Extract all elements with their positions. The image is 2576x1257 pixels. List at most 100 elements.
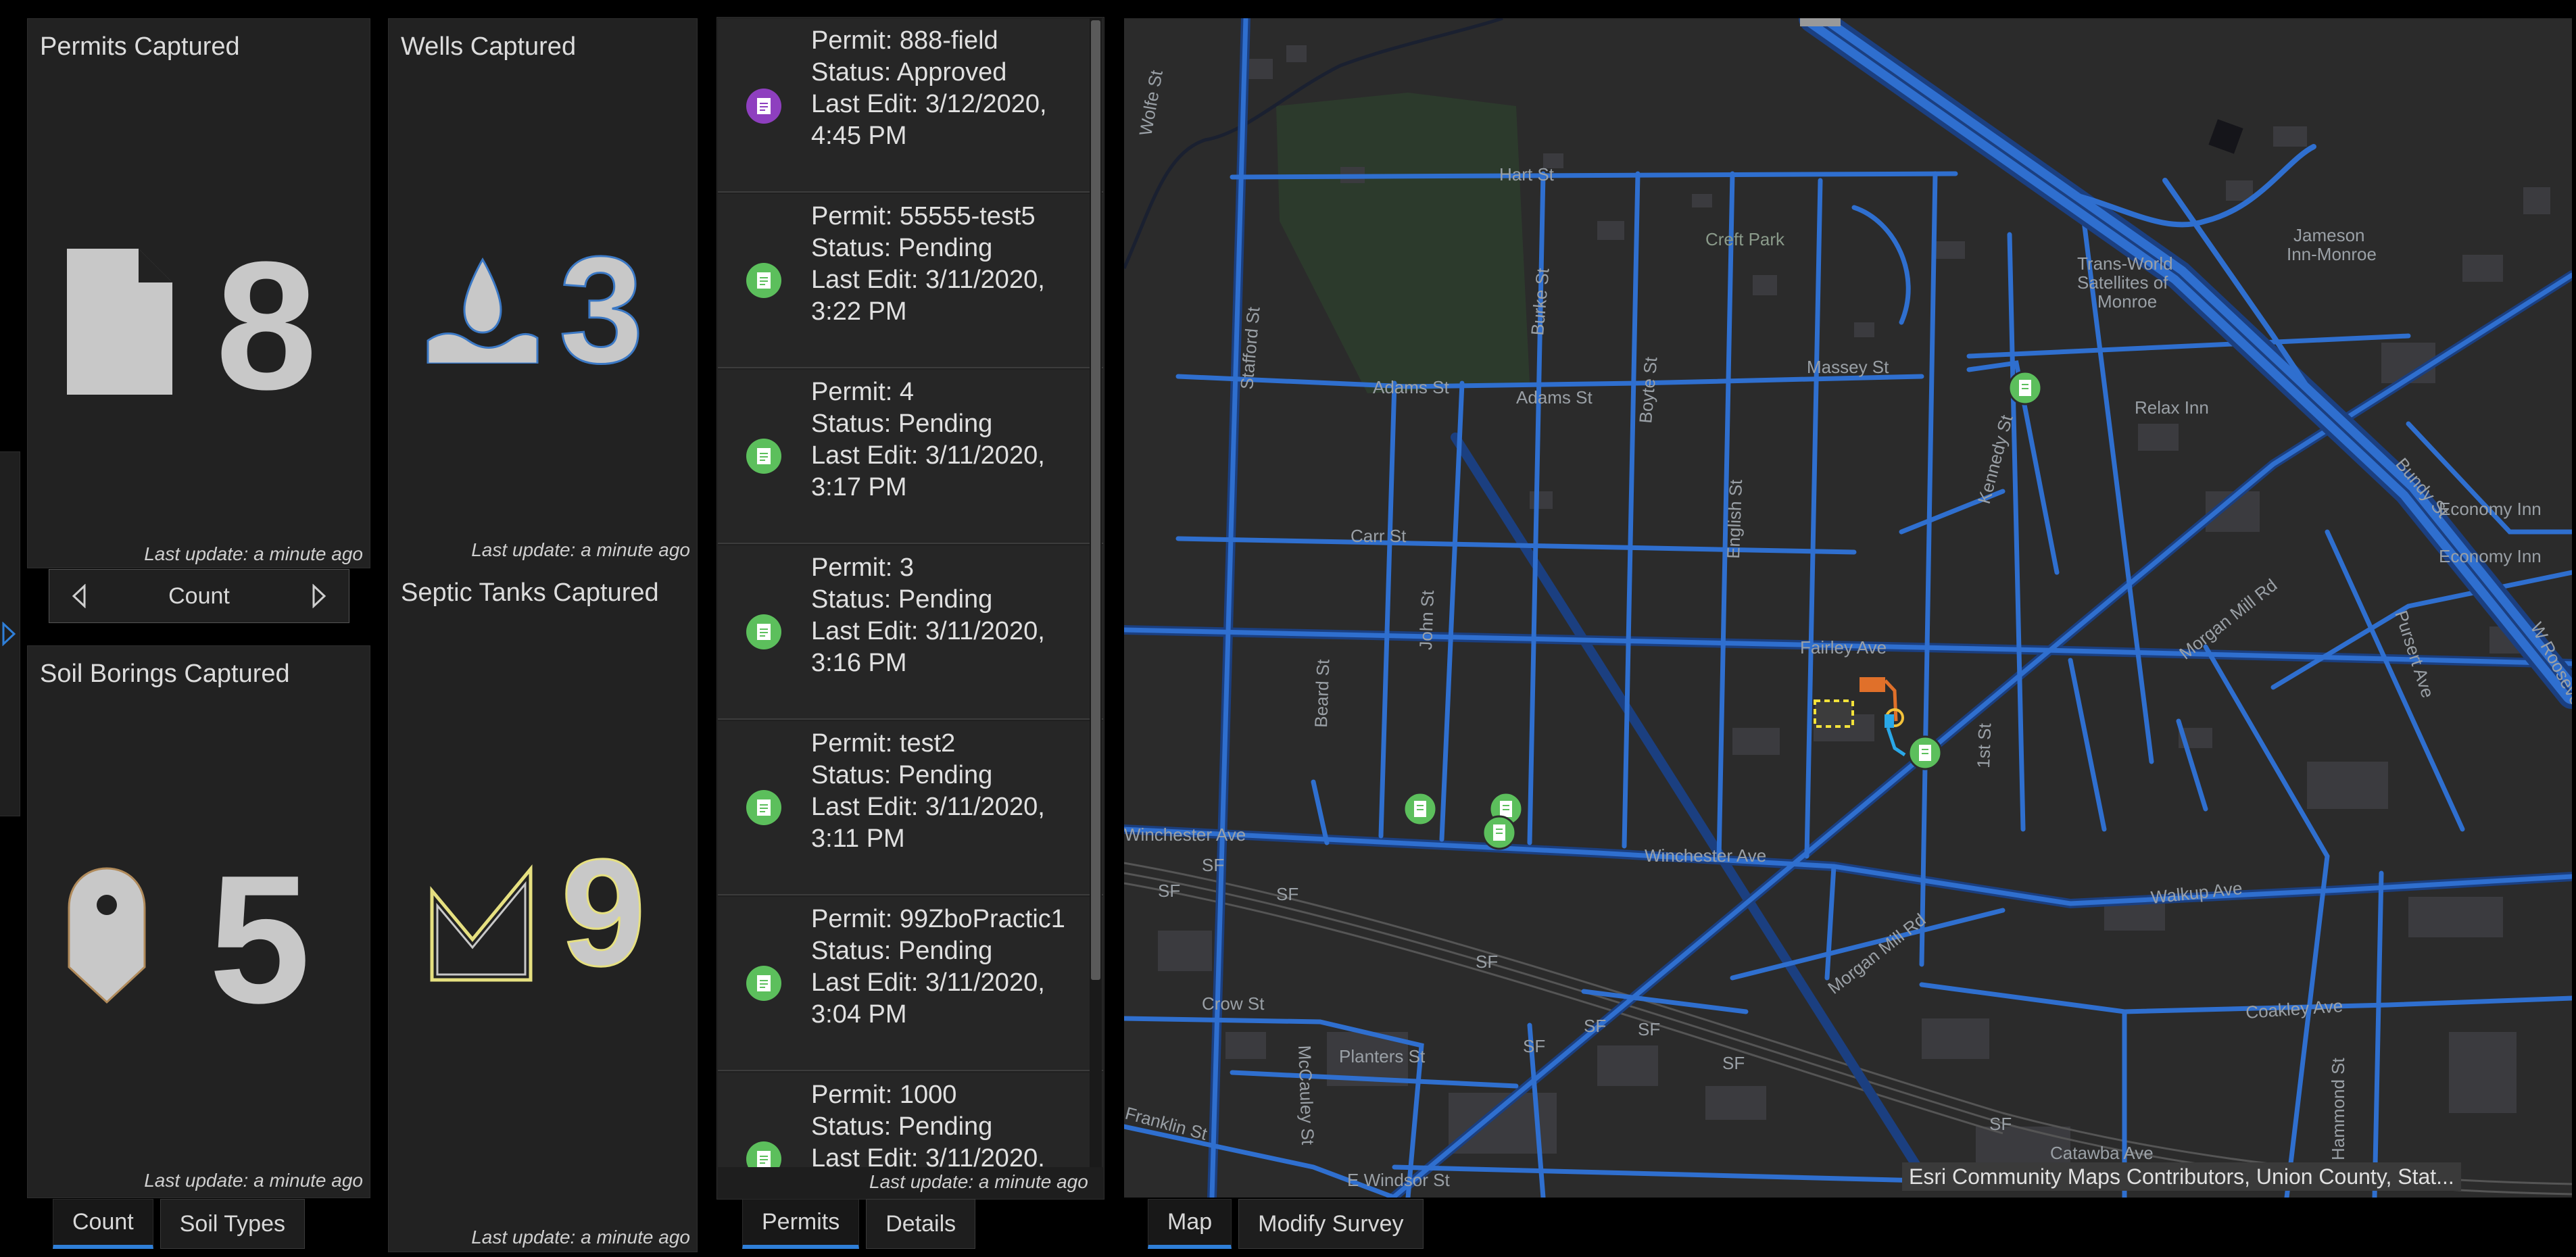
permit-status-line: Status: Pending [811,234,993,262]
svg-text:Trans-World: Trans-World [2077,253,2173,274]
map-pin-icon [68,867,146,1004]
last-update-text: Last update: a minute ago [144,543,363,564]
last-update-text: Last update: a minute ago [144,1170,363,1191]
chevron-left-icon [72,584,86,608]
tab-details[interactable]: Details [866,1199,976,1249]
clipboard-icon [746,263,781,298]
dashboard-tabs: Count Soil Types [53,1199,305,1249]
clipboard-icon [746,614,781,649]
svg-text:E Windsor St: E Windsor St [1347,1170,1450,1190]
svg-text:Hart St: Hart St [1499,164,1555,184]
svg-text:Adams St: Adams St [1373,377,1449,397]
permit-list-item[interactable]: Permit: test2 Status: Pending Last Edit: 3… [718,721,1103,895]
permit-status-line: Status: Pending [811,410,993,438]
scroll-thumb[interactable] [1091,20,1100,980]
list-last-update: Last update: a minute ago [865,1171,1092,1193]
permit-list-text: Permit: test2 Status: Pending Last Edit: 3… [811,728,1045,855]
map-view[interactable]: Creft Park Hart St Adams St Adams St Mas… [1124,18,2572,1198]
permit-list-item[interactable]: Permit: 3 Status: Pending Last Edit: 3/11/… [718,545,1103,720]
septic-tank-icon [430,864,533,982]
svg-text:SF: SF [1202,855,1224,875]
previous-button[interactable] [66,579,93,613]
map-canvas[interactable]: Creft Park Hart St Adams St Adams St Mas… [1124,18,2572,1198]
svg-text:Relax Inn: Relax Inn [2135,397,2209,418]
permit-list: Permit: 888-field Status: Approved Last Ed… [718,18,1103,1167]
svg-text:SF: SF [1158,881,1180,901]
navigator-label: Count [168,583,230,609]
permit-edit2-line: 4:45 PM [811,122,907,150]
svg-text:SF: SF [1722,1053,1745,1073]
septic-count: 9 [560,827,646,997]
clipboard-icon [746,1141,781,1167]
svg-text:1st St: 1st St [1973,722,1995,768]
selected-parcel [1814,699,1854,728]
svg-text:SF: SF [1476,952,1498,972]
permit-list-text: Permit: 1000 Status: Pending Last Edit: 3/… [811,1079,1045,1167]
svg-text:English St: English St [1723,478,1746,559]
permit-permit-line: Permit: 1000 [811,1081,957,1109]
wells-title: Wells Captured [401,32,577,61]
panel-title: Permits Captured [40,32,240,61]
expand-arrow-icon[interactable] [1,622,16,646]
permit-list-text: Permit: 4 Status: Pending Last Edit: 3/11/… [811,376,1045,503]
soil-borings-panel: Soil Borings Captured 5 Last update: a m… [27,645,370,1198]
next-button[interactable] [306,579,333,613]
svg-text:SF: SF [1276,884,1298,904]
permit-edit2-line: 3:11 PM [811,824,905,853]
tab-count[interactable]: Count [53,1199,153,1249]
park-label: Creft Park [1705,229,1785,249]
svg-text:John St: John St [1415,589,1438,650]
permit-permit-line: Permit: test2 [811,729,956,758]
permit-permit-line: Permit: 99ZboPractic1 [811,905,1065,933]
permit-permit-line: Permit: 888-field [811,26,998,55]
permits-captured-panel: Permits Captured 8 Last update: a minute… [27,18,370,568]
svg-text:Fairley Ave: Fairley Ave [1800,637,1887,658]
water-drop-icon [427,257,539,364]
permit-permit-line: Permit: 55555-test5 [811,202,1036,230]
svg-text:Economy Inn: Economy Inn [2439,546,2542,566]
permit-edit1-line: Last Edit: 3/11/2020, [811,968,1045,997]
svg-text:Winchester Ave: Winchester Ave [1124,824,1246,845]
permit-list-text: Permit: 3 Status: Pending Last Edit: 3/11/… [811,552,1045,679]
svg-text:Inn-Monroe: Inn-Monroe [2287,244,2377,264]
svg-text:Carr St: Carr St [1351,526,1407,546]
document-icon [746,89,781,124]
svg-text:SF: SF [1989,1114,2012,1134]
svg-text:Jameson: Jameson [2293,225,2365,245]
svg-text:Satellites of: Satellites of [2077,272,2168,293]
permit-edit1-line: Last Edit: 3/11/2020, [811,617,1045,645]
permit-edit2-line: 3:22 PM [811,297,907,326]
clipboard-icon [746,966,781,1001]
svg-text:SF: SF [1523,1036,1545,1056]
tab-soil-types[interactable]: Soil Types [160,1199,305,1249]
document-icon [67,249,172,395]
permit-status-line: Status: Pending [811,937,993,965]
svg-text:Beard St: Beard St [1311,658,1334,728]
soil-borings-count: 5 [209,838,311,1041]
svg-text:Monroe: Monroe [2097,291,2157,312]
svg-text:Massey St: Massey St [1807,357,1889,377]
septic-title: Septic Tanks Captured [401,578,659,607]
permit-list-item[interactable]: Permit: 888-field Status: Approved Last Ed… [718,18,1103,193]
count-navigator: Count [49,569,349,623]
permit-list-item[interactable]: Permit: 99ZboPractic1 Status: Pending Last… [718,897,1103,1071]
clipboard-icon [746,439,781,474]
permit-status-line: Status: Pending [811,761,993,789]
svg-text:SF: SF [1584,1016,1606,1036]
svg-text:SF: SF [1638,1019,1660,1039]
tab-modify-survey[interactable]: Modify Survey [1238,1199,1424,1249]
permit-edit2-line: 3:17 PM [811,473,907,501]
tab-map[interactable]: Map [1148,1199,1232,1249]
permit-list-text: Permit: 888-field Status: Approved Last Ed… [811,25,1047,152]
permit-list-item[interactable]: Permit: 55555-test5 Status: Pending Last E… [718,194,1103,368]
permit-edit1-line: Last Edit: 3/12/2020, [811,90,1047,118]
septic-last-update: Last update: a minute ago [471,1227,690,1248]
permit-list-item[interactable]: Permit: 1000 Status: Pending Last Edit: 3/… [718,1073,1103,1167]
permit-list-text: Permit: 55555-test5 Status: Pending Last E… [811,201,1045,328]
svg-text:Crow St: Crow St [1202,993,1265,1014]
map-attribution: Esri Community Maps Contributors, Union … [1902,1162,2461,1191]
tab-permits[interactable]: Permits [742,1199,860,1249]
svg-text:McCauley St: McCauley St [1294,1045,1318,1145]
permit-list-item[interactable]: Permit: 4 Status: Pending Last Edit: 3/11/… [718,370,1103,544]
panel-title: Soil Borings Captured [40,660,290,688]
